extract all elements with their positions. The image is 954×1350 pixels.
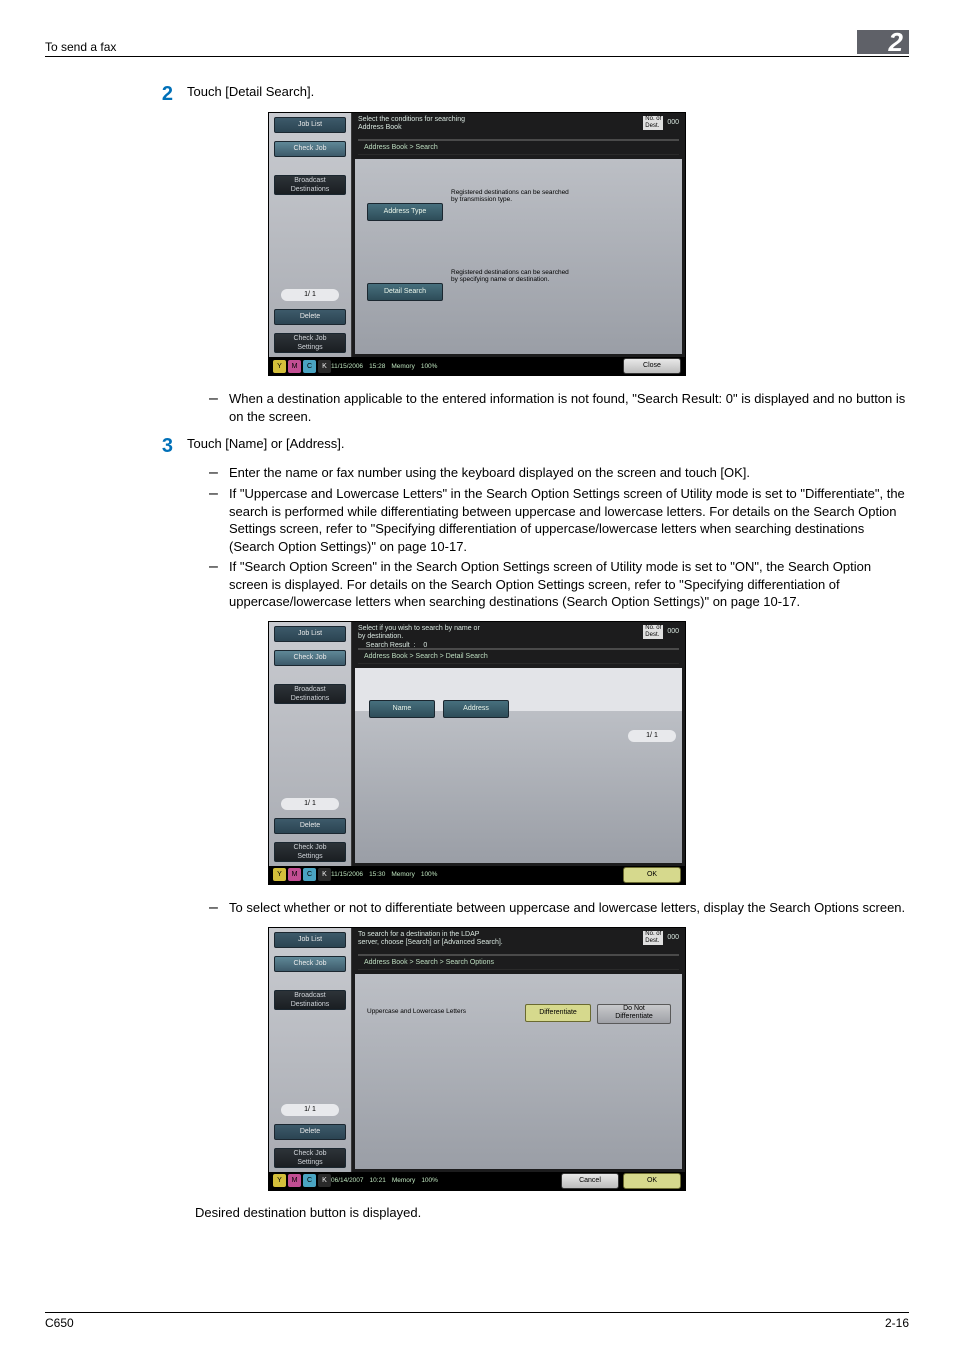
differentiate-button[interactable]: Differentiate [525,1004,591,1022]
caption-detail-search: Registered destinations can be searched … [451,269,569,283]
broadcast-destinations-button[interactable]: Broadcast Destinations [274,175,346,195]
job-list-button[interactable]: Job List [274,932,346,948]
screenshot-detail-search: Job List Check Job Broadcast Destination… [268,621,686,885]
dest-counter-value: 000 [667,119,679,127]
close-button[interactable]: Close [623,358,681,374]
status-time: 10:21 [370,1177,386,1184]
ok-button[interactable]: OK [623,867,681,883]
step-number: 3 [153,435,173,458]
header-left: To send a fax [45,40,116,54]
memory-label: Memory [391,363,414,370]
job-list-button[interactable]: Job List [274,117,346,133]
name-button[interactable]: Name [369,700,435,718]
screen-title: To search for a destination in the LDAP … [358,931,503,948]
caption-address-type: Registered destinations can be searched … [451,189,569,203]
content-area: Registered destinations can be searched … [355,159,682,354]
chip-k: K [318,360,331,373]
cancel-button[interactable]: Cancel [561,1173,619,1189]
breadcrumb: Address Book > Search > Detail Search [358,648,679,664]
address-button[interactable]: Address [443,700,509,718]
step-text: Touch [Detail Search]. [187,83,314,101]
detail-search-button[interactable]: Detail Search [367,283,443,301]
dest-counter-value: 000 [667,934,679,942]
status-date: 11/15/2006 [331,871,363,878]
screen-title: Select the conditions for searching Addr… [358,116,465,133]
delete-button[interactable]: Delete [274,818,346,834]
memory-label: Memory [392,1177,415,1184]
option-label: Uppercase and Lowercase Letters [367,1008,466,1015]
check-job-settings-button[interactable]: Check Job Settings [274,1148,346,1168]
sidebar: Job List Check Job Broadcast Destination… [269,113,352,357]
sidebar: Job List Check Job Broadcast Destination… [269,928,352,1172]
status-date: 06/14/2007 [331,1177,364,1184]
chip-c: C [303,360,316,373]
step-number: 2 [153,83,173,106]
status-time: 15:30 [369,871,385,878]
broadcast-destinations-button[interactable]: Broadcast Destinations [274,990,346,1010]
screenshot-search-options: Job List Check Job Broadcast Destination… [268,927,686,1191]
step-3-bullets: –Enter the name or fax number using the … [209,464,909,611]
ok-button[interactable]: OK [623,1173,681,1189]
sidebar-page-indicator: 1/ 1 [281,289,339,301]
check-job-settings-button[interactable]: Check Job Settings [274,333,346,353]
content-area: Uppercase and Lowercase Letters Differen… [355,974,682,1169]
dest-counter-label: No. of Dest. [643,625,663,639]
footer-left: C650 [45,1316,74,1330]
step-3: 3 Touch [Name] or [Address]. [153,435,909,458]
chapter-number: 2 [857,30,909,54]
address-type-button[interactable]: Address Type [367,203,443,221]
step-3-bullets-2: –To select whether or not to differentia… [209,899,909,917]
check-job-button[interactable]: Check Job [274,650,346,666]
sidebar-page-indicator: 1/ 1 [281,798,339,810]
running-header: To send a fax 2 [45,30,909,57]
memory-pct: 100% [421,871,438,878]
screen-title: Select if you wish to search by name or … [358,625,480,650]
status-date: 11/15/2006 [331,363,363,370]
job-list-button[interactable]: Job List [274,626,346,642]
sidebar: Job List Check Job Broadcast Destination… [269,622,352,866]
content-area: Name Address 1/ 1 [355,668,682,863]
delete-button[interactable]: Delete [274,309,346,325]
step-text: Touch [Name] or [Address]. [187,435,345,453]
status-time: 15:28 [369,363,385,370]
footer-right: 2-16 [885,1316,909,1330]
check-job-settings-button[interactable]: Check Job Settings [274,842,346,862]
do-not-differentiate-button[interactable]: Do Not Differentiate [597,1004,671,1024]
toner-chips: Y M C K [273,359,331,373]
page-footer: C650 2-16 [45,1312,909,1330]
check-job-button[interactable]: Check Job [274,956,346,972]
memory-pct: 100% [421,1177,438,1184]
step-2-bullets: –When a destination applicable to the en… [209,390,909,425]
breadcrumb: Address Book > Search [358,139,679,155]
dest-counter-label: No. of Dest. [643,931,663,945]
chip-y: Y [273,360,286,373]
dest-counter-value: 000 [667,628,679,636]
delete-button[interactable]: Delete [274,1124,346,1140]
breadcrumb: Address Book > Search > Search Options [358,954,679,970]
toner-chips: Y M C K [273,1174,331,1188]
step-2: 2 Touch [Detail Search]. [153,83,909,106]
chip-m: M [288,360,301,373]
broadcast-destinations-button[interactable]: Broadcast Destinations [274,684,346,704]
results-page-indicator: 1/ 1 [628,730,676,742]
final-text: Desired destination button is displayed. [195,1205,909,1220]
dest-counter-label: No. of Dest. [643,116,663,130]
toner-chips: Y M C K [273,868,331,882]
sidebar-page-indicator: 1/ 1 [281,1104,339,1116]
memory-pct: 100% [421,363,438,370]
screenshot-search: Job List Check Job Broadcast Destination… [268,112,686,376]
memory-label: Memory [391,871,414,878]
check-job-button[interactable]: Check Job [274,141,346,157]
